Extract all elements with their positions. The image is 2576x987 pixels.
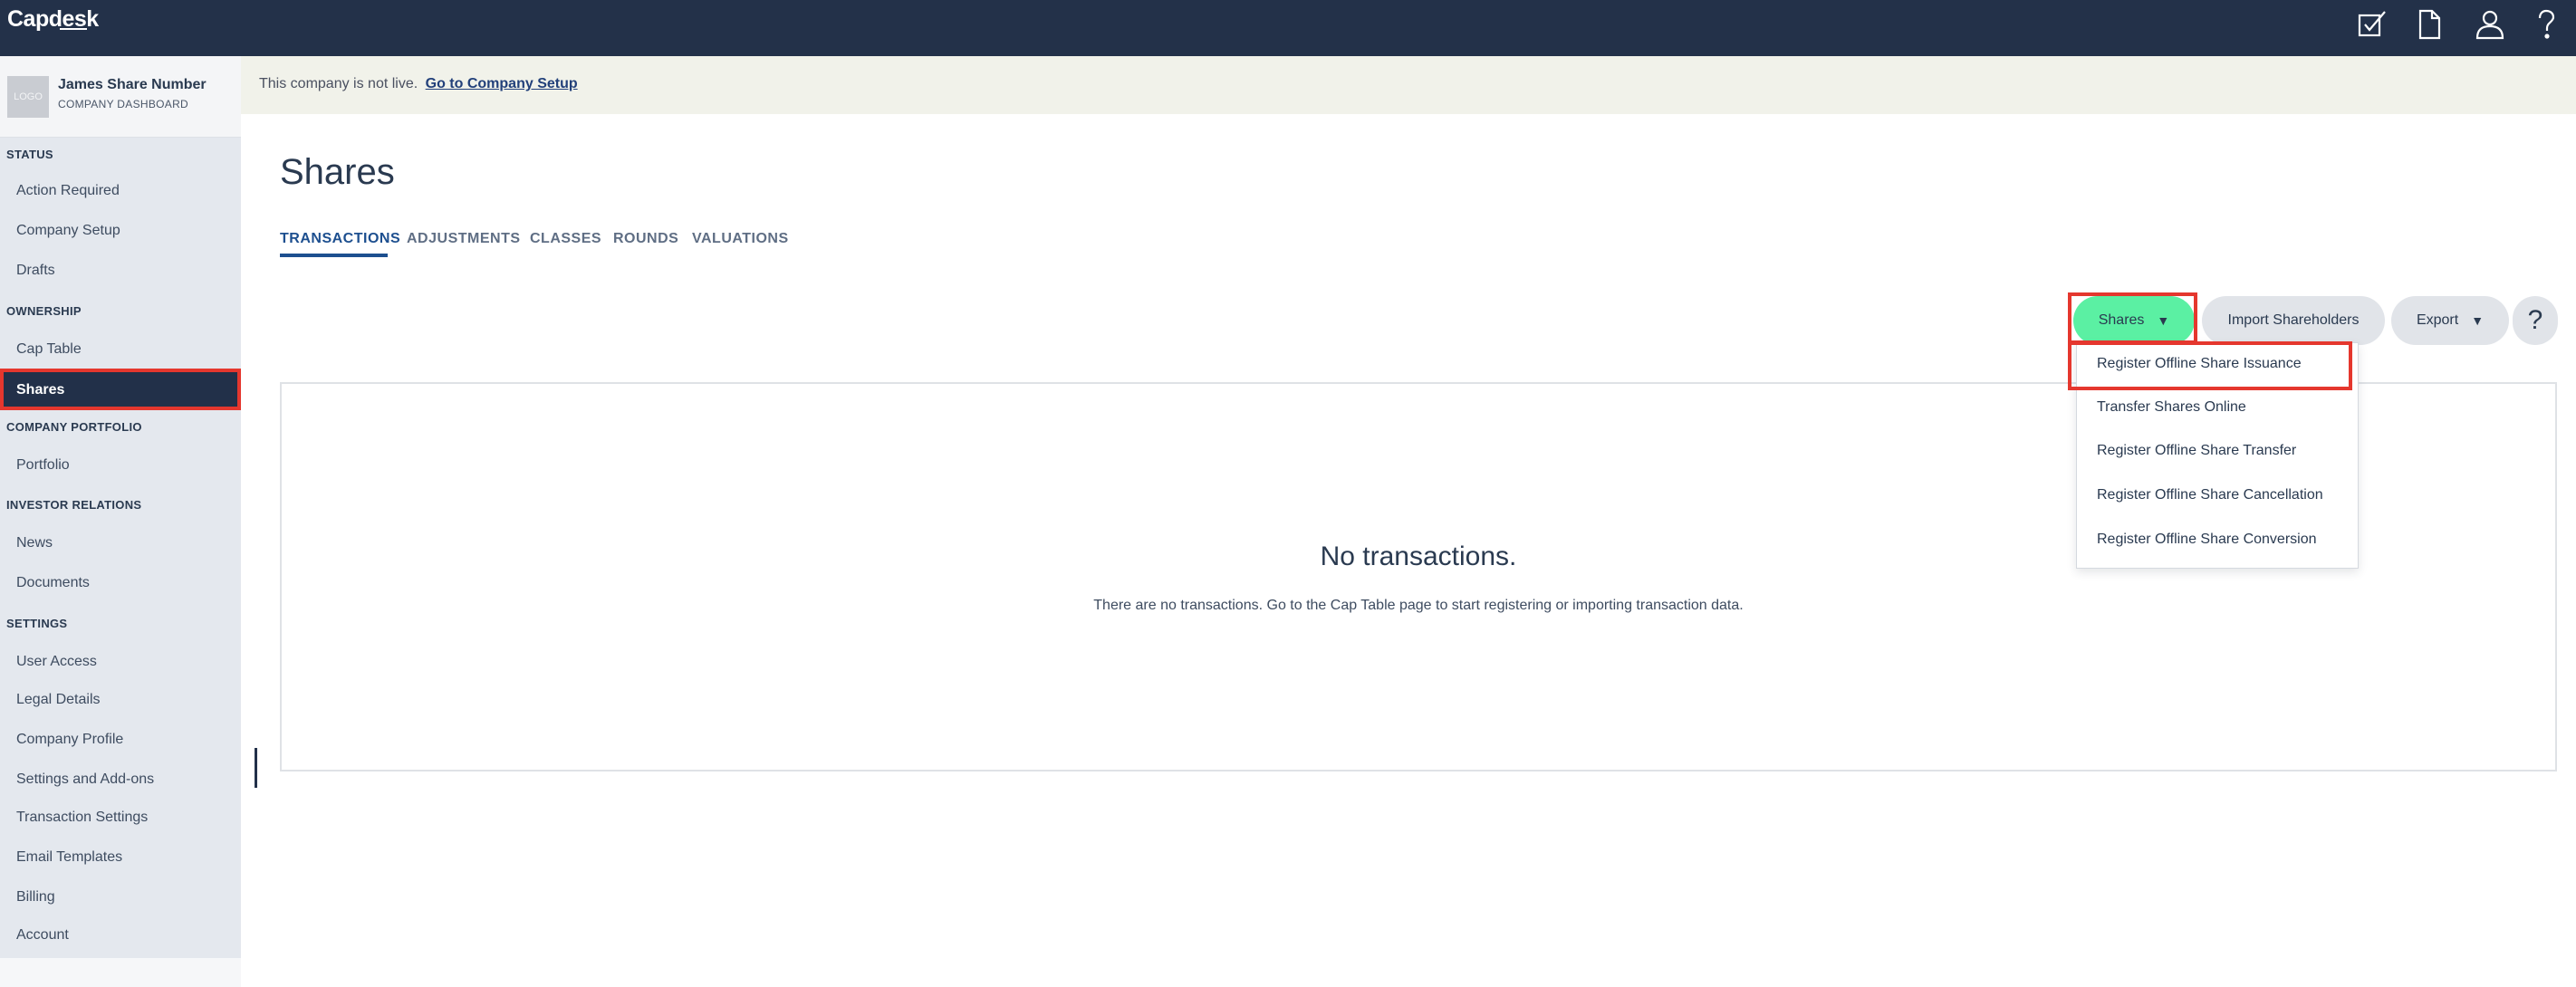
sidebar-item-documents[interactable]: Documents <box>16 575 90 591</box>
menu-item-register-offline-share-transfer[interactable]: Register Offline Share Transfer <box>2097 443 2296 459</box>
sidebar-item-cap-table[interactable]: Cap Table <box>16 341 82 358</box>
not-live-banner: This company is not live. Go to Company … <box>241 56 2576 114</box>
sidebar-item-company-profile[interactable]: Company Profile <box>16 732 123 748</box>
active-tab-indicator <box>280 254 388 257</box>
user-icon[interactable] <box>2470 5 2510 44</box>
page-title: Shares <box>280 152 395 192</box>
sidebar-item-transaction-settings[interactable]: Transaction Settings <box>16 810 148 826</box>
import-shareholders-button[interactable]: Import Shareholders <box>2202 296 2385 345</box>
export-button-label: Export <box>2416 312 2459 328</box>
empty-state-text: There are no transactions. Go to the Cap… <box>1093 598 1744 613</box>
shares-dropdown-menu: Register Offline Share Issuance Transfer… <box>2076 342 2359 569</box>
shares-dropdown-button[interactable]: Shares ▼ <box>2073 296 2195 345</box>
banner-text: This company is not live. Go to Company … <box>259 76 578 92</box>
document-icon[interactable] <box>2409 5 2449 44</box>
sidebar-item-action-required[interactable]: Action Required <box>16 183 120 199</box>
sidebar-item-shares[interactable]: Shares <box>4 372 237 408</box>
sidebar-section-ownership: OWNERSHIP <box>6 304 82 318</box>
tab-classes[interactable]: CLASSES <box>530 231 601 247</box>
banner-message: This company is not live. <box>259 76 418 91</box>
help-button[interactable]: ? <box>2513 296 2558 345</box>
logo-underline <box>60 28 87 30</box>
sidebar-footer <box>0 958 241 987</box>
sidebar: LOGO James Share Number COMPANY DASHBOAR… <box>0 56 241 958</box>
menu-item-register-offline-share-cancellation[interactable]: Register Offline Share Cancellation <box>2097 487 2323 503</box>
sidebar-section-settings: SETTINGS <box>6 617 68 630</box>
sidebar-item-portfolio[interactable]: Portfolio <box>16 457 70 474</box>
sidebar-section-investor-relations: INVESTOR RELATIONS <box>6 498 142 512</box>
checkbox-icon[interactable] <box>2352 5 2392 44</box>
sidebar-item-account[interactable]: Account <box>16 927 69 944</box>
company-logo: LOGO <box>7 76 49 118</box>
sidebar-item-legal-details[interactable]: Legal Details <box>16 692 101 708</box>
caret-down-icon: ▼ <box>2157 313 2170 328</box>
company-dashboard-label: COMPANY DASHBOARD <box>58 98 189 110</box>
shares-button-label: Shares <box>2098 312 2145 328</box>
sidebar-item-drafts[interactable]: Drafts <box>16 263 55 279</box>
menu-item-transfer-shares-online[interactable]: Transfer Shares Online <box>2097 399 2246 416</box>
tab-valuations[interactable]: VALUATIONS <box>692 231 789 247</box>
sidebar-section-status: STATUS <box>6 148 53 161</box>
help-icon[interactable] <box>2526 5 2566 44</box>
menu-item-register-offline-share-conversion[interactable]: Register Offline Share Conversion <box>2097 532 2317 548</box>
sidebar-item-settings-and-add-ons[interactable]: Settings and Add-ons <box>16 771 154 788</box>
caret-down-icon: ▼ <box>2471 313 2485 328</box>
top-navigation-bar: Capdesk <box>0 0 2576 56</box>
company-name: James Share Number <box>58 77 207 92</box>
sidebar-item-email-templates[interactable]: Email Templates <box>16 849 122 866</box>
scroll-indicator <box>255 748 257 788</box>
tab-transactions[interactable]: TRANSACTIONS <box>280 231 400 247</box>
tab-rounds[interactable]: ROUNDS <box>613 231 678 247</box>
sidebar-item-news[interactable]: News <box>16 535 53 551</box>
sidebar-item-company-setup[interactable]: Company Setup <box>16 223 120 239</box>
sidebar-item-user-access[interactable]: User Access <box>16 654 97 670</box>
sidebar-section-company-portfolio: COMPANY PORTFOLIO <box>6 420 142 434</box>
company-header[interactable]: LOGO James Share Number COMPANY DASHBOAR… <box>0 56 241 138</box>
company-setup-link[interactable]: Go to Company Setup <box>426 76 578 91</box>
export-dropdown-button[interactable]: Export ▼ <box>2391 296 2509 345</box>
menu-item-register-offline-share-issuance[interactable]: Register Offline Share Issuance <box>2097 356 2302 372</box>
tab-adjustments[interactable]: ADJUSTMENTS <box>407 231 521 247</box>
sidebar-item-billing[interactable]: Billing <box>16 889 55 906</box>
